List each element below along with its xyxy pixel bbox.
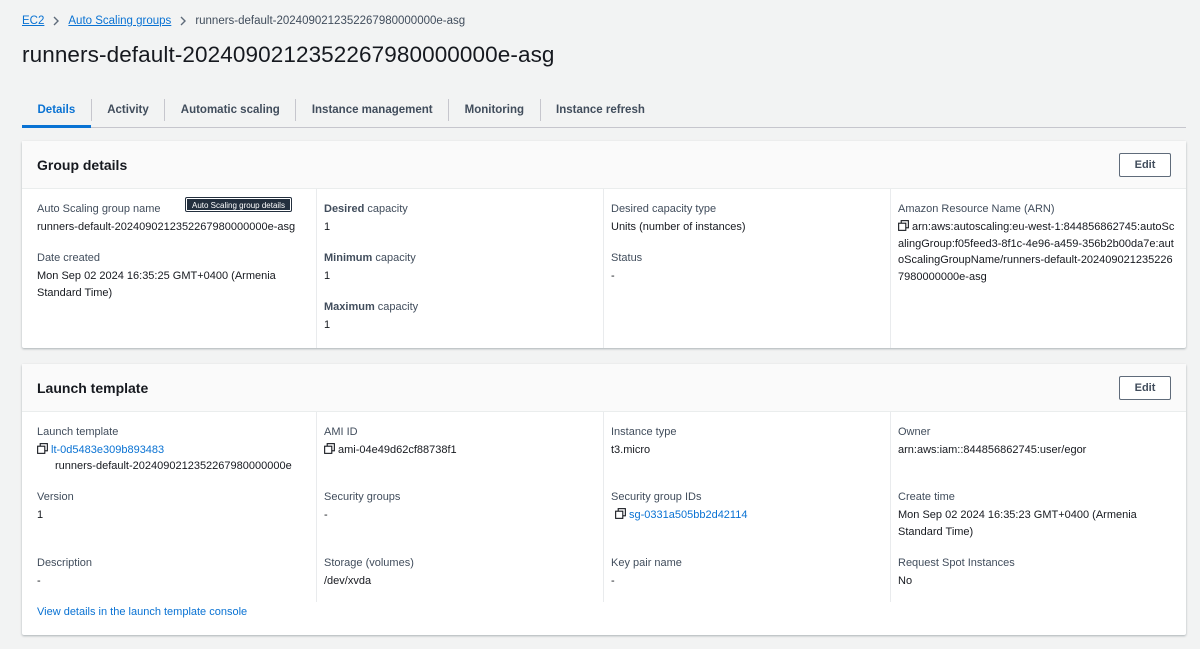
desired-capacity-label: Desired capacity [324,203,408,215]
launch-template-title: Launch template [37,379,149,396]
breadcrumb-ec2[interactable]: EC2 [22,15,44,27]
capacity-type-value: Units (number of instances) [611,221,746,233]
copy-icon[interactable] [324,443,335,454]
spot-instances-value: No [898,575,913,587]
launch-template-console-link[interactable]: View details in the launch template cons… [37,604,247,621]
minimum-capacity-label: Minimum capacity [324,252,416,264]
status-label: Status [611,252,643,264]
desired-capacity-value: 1 [324,221,331,233]
arn-label: Amazon Resource Name (ARN) [898,203,1055,215]
maximum-capacity-label: Maximum capacity [324,301,418,313]
minimum-label-bold: Minimum [324,252,373,264]
security-groups-value: - [324,509,328,521]
tab-activity[interactable]: Activity [92,92,165,128]
version-label: Version [37,491,74,503]
description-label: Description [37,557,93,569]
security-groups-label: Security groups [324,491,401,503]
copy-icon[interactable] [898,220,909,231]
copy-icon[interactable] [37,443,48,454]
capacity-type-label: Desired capacity type [611,203,717,215]
security-group-ids-label: Security group IDs [611,491,702,503]
launch-template-id: lt-0d5483e309b893483 [37,442,164,459]
maximum-capacity-value: 1 [324,319,331,331]
maximum-label-rest: capacity [374,301,419,313]
group-details-header: Group details Edit [22,141,1186,189]
create-time-value: Mon Sep 02 2024 16:35:23 GMT+0400 (Armen… [898,509,1137,538]
launch-template-panel: Launch template Edit Launch template lt-… [22,364,1186,635]
breadcrumb: EC2 Auto Scaling groups runners-default-… [22,13,465,29]
chevron-right-icon [52,16,60,26]
date-created-label: Date created [37,252,100,264]
owner-value: arn:aws:iam::844856862745:user/egor [898,444,1087,456]
tab-instance-refresh[interactable]: Instance refresh [541,92,661,128]
key-pair-label: Key pair name [611,557,682,569]
storage-value: /dev/xvda [324,575,372,587]
arn-value: arn:aws:autoscaling:eu-west-1:8448568627… [898,219,1178,285]
ami-id-label: AMI ID [324,426,358,438]
launch-template-edit-button[interactable]: Edit [1119,375,1171,400]
minimum-label-rest: capacity [372,252,416,264]
create-time-label: Create time [898,491,955,503]
description-value: - [37,575,41,587]
launch-template-label: Launch template [37,426,119,438]
status-value: - [611,270,615,282]
instance-type-value: t3.micro [611,444,651,456]
column-divider [603,189,604,348]
column-divider [316,189,317,348]
instance-type-label: Instance type [611,426,677,438]
asg-name-value: runners-default-202409021235226798000000… [37,221,296,233]
group-details-edit-button[interactable]: Edit [1119,152,1171,177]
tab-instance-management[interactable]: Instance management [296,92,448,128]
tab-bar: Details Activity Automatic scaling Insta… [22,92,1186,128]
page-title: runners-default-202409021235226798000000… [22,42,555,67]
launch-template-id-link[interactable]: lt-0d5483e309b893483 [51,444,164,456]
column-divider [890,412,891,602]
tab-details[interactable]: Details [22,92,91,128]
owner-label: Owner [898,426,931,438]
breadcrumb-current: runners-default-202409021235226798000000… [195,15,466,27]
group-details-panel: Group details Edit Auto Scaling group na… [22,141,1186,348]
ami-id-text: ami-04e49d62cf88738f1 [338,444,457,456]
tab-automatic-scaling[interactable]: Automatic scaling [165,92,295,128]
storage-label: Storage (volumes) [324,557,414,569]
security-group-id-link[interactable]: sg-0331a505bb2d42114 [629,509,747,521]
column-divider [890,189,891,348]
desired-label-rest: capacity [364,203,408,215]
tab-monitoring[interactable]: Monitoring [449,92,539,128]
ami-id-value: ami-04e49d62cf88738f1 [324,442,457,459]
version-value: 1 [37,509,44,521]
breadcrumb-auto-scaling-groups[interactable]: Auto Scaling groups [68,15,171,27]
launch-template-header: Launch template Edit [22,364,1186,412]
spot-instances-label: Request Spot Instances [898,557,1015,569]
launch-template-name: runners-default-202409021235226798000000… [55,460,292,472]
maximum-label-bold: Maximum [324,301,375,313]
group-details-title: Group details [37,156,128,173]
asg-name-label: Auto Scaling group name [37,203,161,215]
security-group-ids-value: sg-0331a505bb2d42114 [615,507,747,524]
column-divider [603,412,604,602]
column-divider [316,412,317,602]
copy-icon[interactable] [615,508,626,519]
tooltip: Auto Scaling group details [186,198,291,211]
date-created-value: Mon Sep 02 2024 16:35:25 GMT+0400 (Armen… [37,270,276,299]
key-pair-value: - [611,575,615,587]
desired-label-bold: Desired [324,203,365,215]
chevron-right-icon [179,16,187,26]
minimum-capacity-value: 1 [324,270,331,282]
arn-text: arn:aws:autoscaling:eu-west-1:8448568627… [898,221,1175,283]
